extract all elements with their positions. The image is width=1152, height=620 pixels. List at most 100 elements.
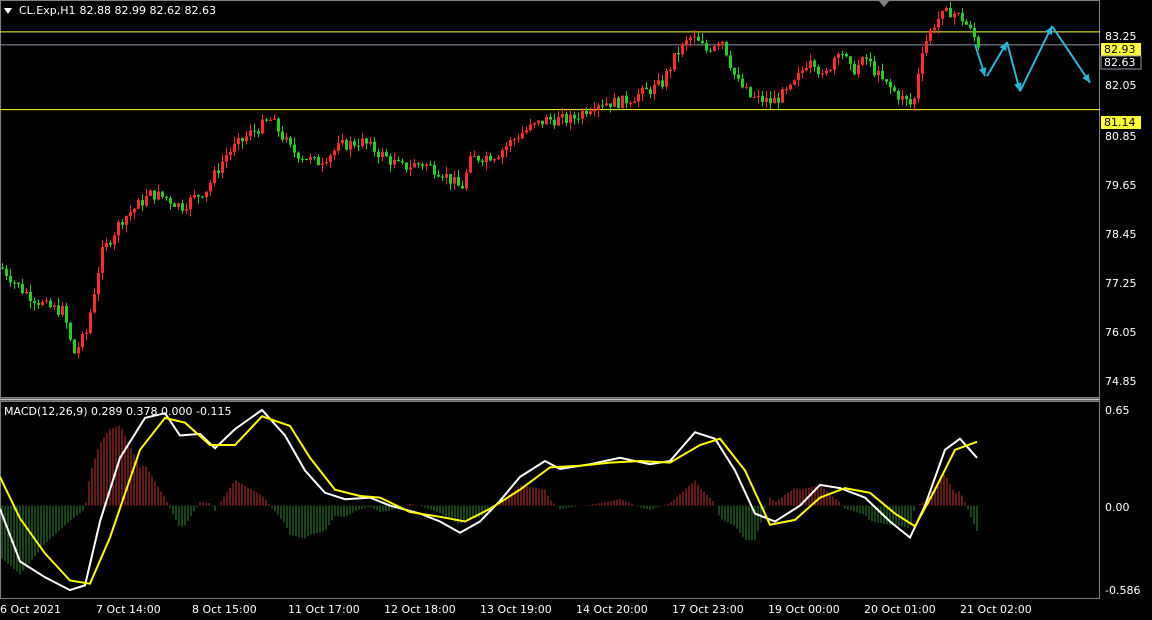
price-panel-border bbox=[0, 0, 1100, 398]
forecast-arrowhead bbox=[978, 67, 987, 77]
bear-candle bbox=[761, 95, 764, 103]
bull-candle bbox=[525, 130, 528, 133]
macd-axis: 0.65 0.00 -0.586 bbox=[1105, 404, 1140, 597]
bull-candle bbox=[593, 109, 596, 112]
bull-candle bbox=[561, 113, 564, 118]
forecast-arrows[interactable] bbox=[974, 25, 1091, 92]
bull-candle bbox=[665, 71, 668, 87]
bear-candle bbox=[489, 155, 492, 161]
candlestick-series bbox=[1, 1, 980, 359]
bull-candle bbox=[901, 96, 904, 100]
chart-canvas[interactable]: 83.25 82.05 80.85 79.65 78.45 77.25 76.0… bbox=[0, 0, 1152, 620]
bull-candle bbox=[453, 177, 456, 184]
bull-candle bbox=[309, 157, 312, 160]
bull-candle bbox=[809, 60, 812, 68]
bull-candle bbox=[89, 312, 92, 333]
bear-candle bbox=[37, 302, 40, 305]
bear-candle bbox=[701, 40, 704, 44]
bear-candle bbox=[601, 105, 604, 107]
bear-candle bbox=[617, 97, 620, 109]
bull-candle bbox=[93, 294, 96, 313]
bull-candle bbox=[137, 200, 140, 209]
bear-candle bbox=[297, 152, 300, 159]
bull-candle bbox=[757, 95, 760, 97]
bull-candle bbox=[789, 84, 792, 89]
bull-candle bbox=[321, 163, 324, 166]
price-tick: 76.05 bbox=[1105, 326, 1137, 339]
bull-candle bbox=[805, 67, 808, 71]
bear-candle bbox=[401, 161, 404, 163]
bear-candle bbox=[1, 267, 4, 269]
bear-candle bbox=[141, 200, 144, 206]
bull-candle bbox=[473, 156, 476, 158]
bull-candle bbox=[913, 98, 916, 105]
bull-candle bbox=[133, 208, 136, 213]
bull-candle bbox=[129, 212, 132, 217]
bull-candle bbox=[145, 195, 148, 206]
chart-shift-marker[interactable] bbox=[878, 0, 890, 7]
chart-menu-triangle-icon[interactable] bbox=[4, 7, 12, 14]
price-tick: 78.45 bbox=[1105, 228, 1137, 241]
bear-candle bbox=[645, 87, 648, 90]
bear-candle bbox=[73, 339, 76, 354]
bear-candle bbox=[769, 98, 772, 104]
bear-candle bbox=[817, 66, 820, 75]
bear-candle bbox=[885, 79, 888, 82]
bear-candle bbox=[385, 152, 388, 157]
forecast-arrow-segment bbox=[1051, 25, 1091, 84]
bull-candle bbox=[829, 69, 832, 71]
bear-candle bbox=[253, 130, 256, 132]
bear-candle bbox=[161, 191, 164, 197]
price-tick: 74.85 bbox=[1105, 375, 1137, 388]
bear-candle bbox=[421, 164, 424, 166]
bear-candle bbox=[869, 58, 872, 62]
bear-candle bbox=[241, 138, 244, 142]
bull-candle bbox=[469, 156, 472, 173]
bull-candle bbox=[445, 174, 448, 178]
bull-candle bbox=[861, 57, 864, 65]
bear-candle bbox=[969, 24, 972, 28]
bull-candle bbox=[193, 194, 196, 198]
bull-candle bbox=[393, 159, 396, 165]
bear-candle bbox=[9, 276, 12, 283]
bull-candle bbox=[273, 118, 276, 120]
bull-candle bbox=[221, 161, 224, 173]
bear-candle bbox=[433, 165, 436, 175]
price-tick: 80.85 bbox=[1105, 130, 1137, 143]
bear-candle bbox=[649, 89, 652, 95]
bull-candle bbox=[101, 247, 104, 273]
bull-candle bbox=[945, 7, 948, 11]
bear-candle bbox=[305, 158, 308, 160]
bull-candle bbox=[613, 97, 616, 107]
bear-candle bbox=[69, 322, 72, 340]
bear-candle bbox=[49, 300, 52, 308]
bear-candle bbox=[429, 164, 432, 166]
bull-candle bbox=[53, 305, 56, 308]
bear-candle bbox=[461, 185, 464, 189]
bull-candle bbox=[957, 12, 960, 14]
bear-candle bbox=[397, 159, 400, 162]
bull-candle bbox=[597, 105, 600, 110]
bull-candle bbox=[837, 53, 840, 58]
bull-candle bbox=[521, 132, 524, 139]
horizontal-lines[interactable] bbox=[0, 31, 1100, 111]
bear-candle bbox=[749, 87, 752, 97]
bear-candle bbox=[317, 157, 320, 166]
macd-tick: 0.00 bbox=[1105, 501, 1130, 514]
bear-candle bbox=[845, 53, 848, 57]
bull-candle bbox=[797, 72, 800, 81]
bull-candle bbox=[425, 164, 428, 166]
bear-candle bbox=[313, 157, 316, 159]
bull-candle bbox=[285, 137, 288, 140]
bear-candle bbox=[709, 50, 712, 52]
bear-candle bbox=[57, 305, 60, 315]
bull-candle bbox=[781, 89, 784, 103]
bear-candle bbox=[961, 12, 964, 22]
bull-candle bbox=[337, 143, 340, 151]
bear-candle bbox=[585, 110, 588, 115]
time-tick: 8 Oct 15:00 bbox=[192, 603, 257, 616]
price-label-82-93: 82.93 bbox=[1104, 43, 1136, 56]
time-tick: 19 Oct 00:00 bbox=[768, 603, 840, 616]
bull-candle bbox=[621, 95, 624, 109]
time-tick: 17 Oct 23:00 bbox=[672, 603, 744, 616]
